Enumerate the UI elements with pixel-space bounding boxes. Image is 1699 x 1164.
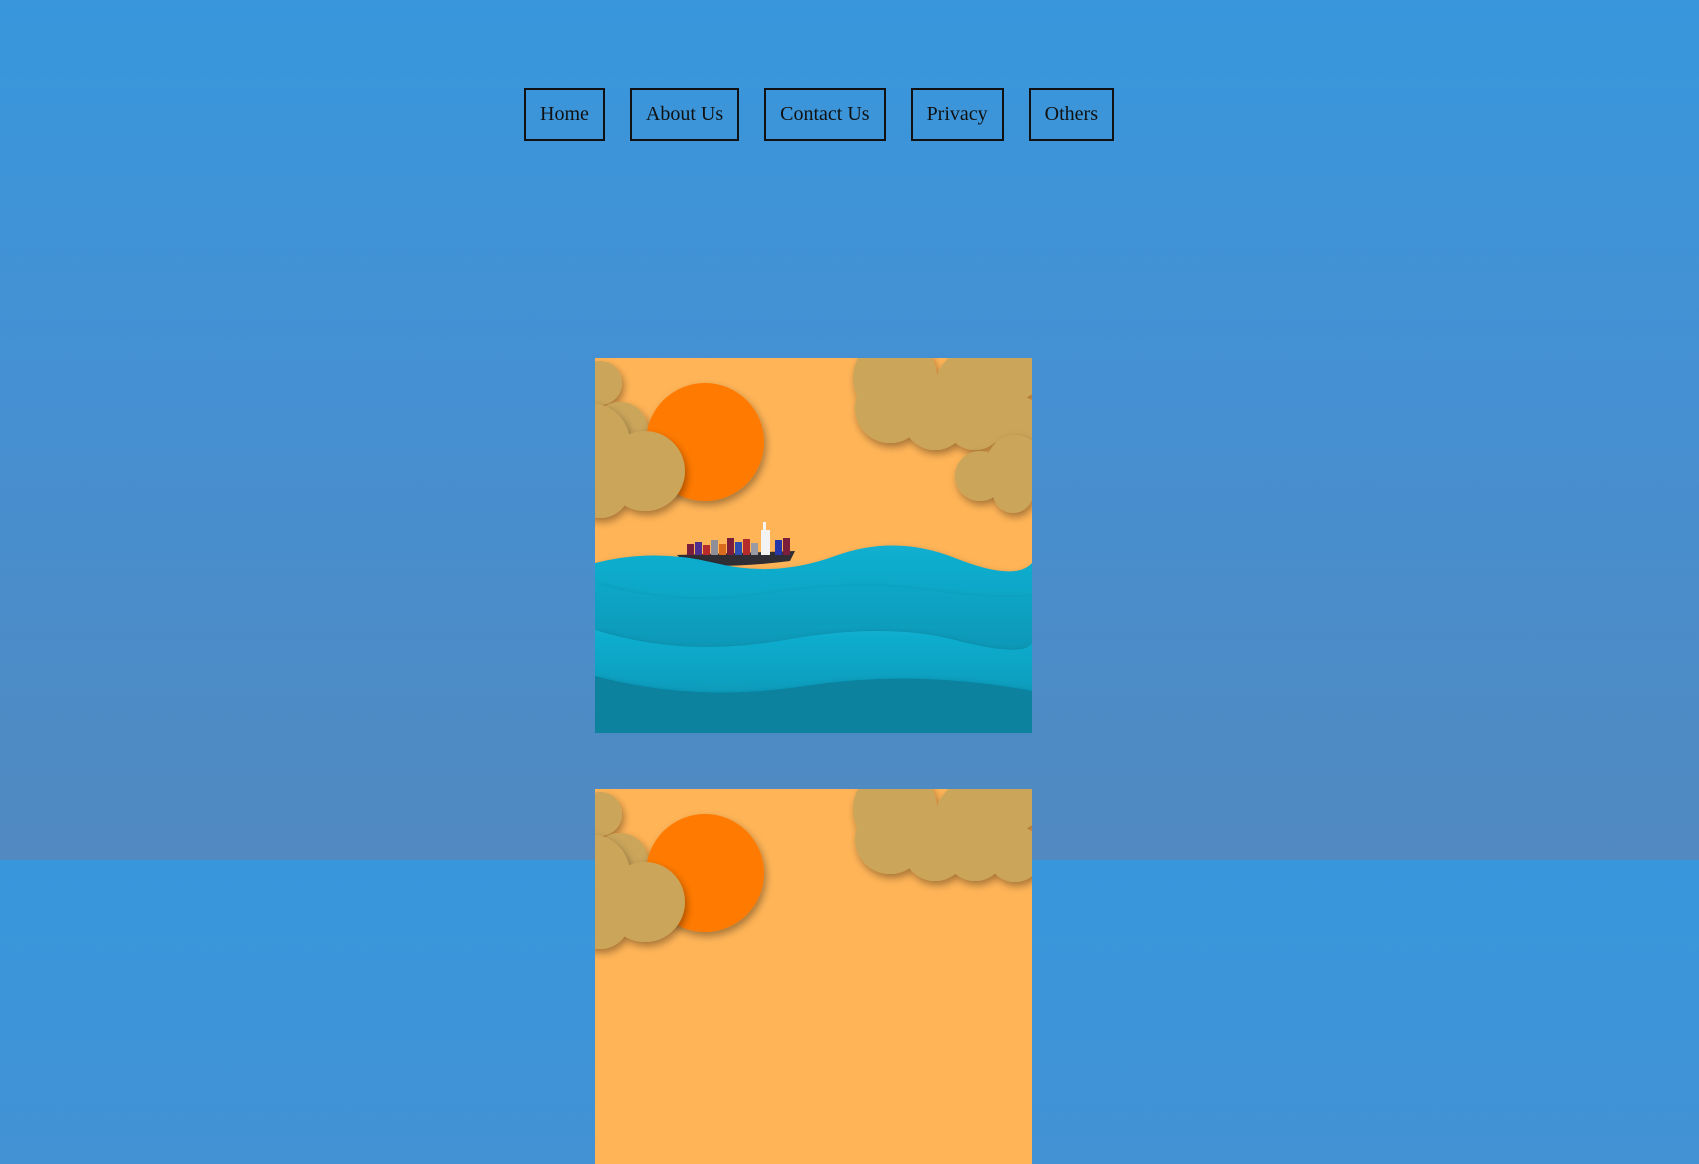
seascape-illustration bbox=[595, 358, 1032, 733]
right-cloud bbox=[853, 789, 1032, 882]
main-nav: Home About Us Contact Us Privacy Others bbox=[524, 88, 1114, 141]
nav-privacy-button[interactable]: Privacy bbox=[910, 88, 1004, 141]
nav-about-us-button[interactable]: About Us bbox=[629, 88, 740, 141]
seascape-illustration bbox=[595, 789, 1032, 1164]
nav-home-button[interactable]: Home bbox=[524, 88, 605, 141]
seascape-image bbox=[595, 358, 1032, 733]
nav-others-button[interactable]: Others bbox=[1028, 88, 1114, 141]
seascape-image-duplicate bbox=[595, 789, 1032, 1164]
nav-contact-us-button[interactable]: Contact Us bbox=[764, 88, 886, 141]
bridge bbox=[761, 530, 770, 555]
